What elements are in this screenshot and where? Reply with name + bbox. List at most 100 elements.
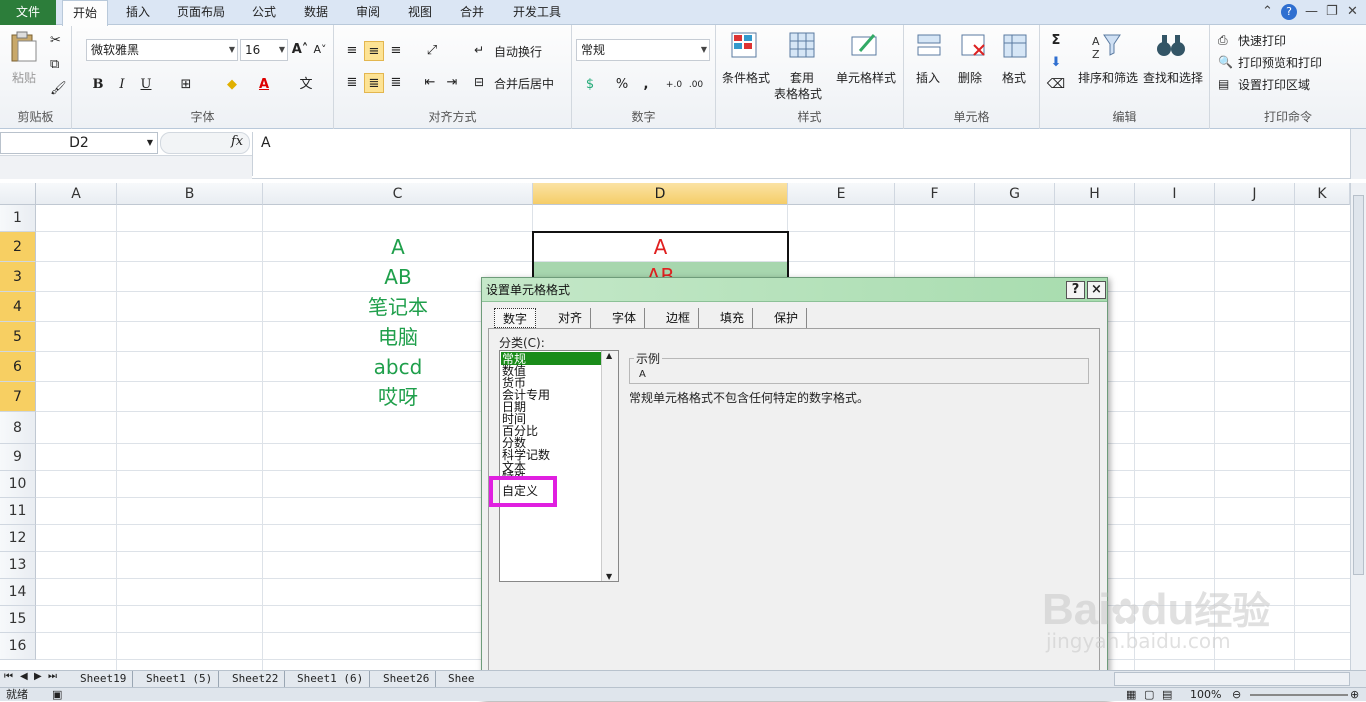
decrease-decimal-icon[interactable]: .00 xyxy=(686,75,706,95)
scroll-up-icon[interactable]: ▲ xyxy=(606,351,612,360)
delete-cells-button[interactable]: 删除 xyxy=(958,69,982,86)
cell-d3[interactable]: AB xyxy=(533,262,788,277)
format-painter-icon[interactable]: 🖌 xyxy=(50,81,67,96)
merge-center-button[interactable]: 合并后居中 xyxy=(494,75,554,92)
grow-font-icon[interactable]: A˄ xyxy=(290,40,310,60)
tab-file[interactable]: 文件 xyxy=(0,0,56,25)
sheet-tab[interactable]: Sheet19 xyxy=(74,671,134,687)
tab-insert[interactable]: 插入 xyxy=(116,0,160,25)
column-header-i[interactable]: I xyxy=(1135,183,1215,205)
italic-button[interactable]: I xyxy=(112,75,132,95)
zoom-out-icon[interactable]: ⊖ xyxy=(1232,688,1241,702)
tab-border[interactable]: 边框 xyxy=(658,308,700,328)
sheet-tab[interactable]: Sheet26 xyxy=(377,671,437,687)
print-area-button[interactable]: 设置打印区域 xyxy=(1238,76,1310,93)
format-as-table-icon[interactable] xyxy=(788,31,818,61)
fill-icon[interactable]: ⬇ xyxy=(1046,53,1066,73)
last-sheet-icon[interactable]: ⏭ xyxy=(48,671,57,682)
restore-icon[interactable]: ❐ xyxy=(1326,4,1338,19)
page-layout-view-icon[interactable]: ▢ xyxy=(1144,688,1154,702)
autosum-button[interactable]: Σ xyxy=(1046,31,1066,51)
cell-styles-icon[interactable] xyxy=(850,31,880,61)
row-header-6[interactable]: 6 xyxy=(0,352,36,382)
tab-fill[interactable]: 填充 xyxy=(712,308,754,328)
column-header-b[interactable]: B xyxy=(117,183,263,205)
column-header-k[interactable]: K xyxy=(1295,183,1350,205)
row-header-3[interactable]: 3 xyxy=(0,262,36,292)
format-as-table-label1[interactable]: 套用 xyxy=(790,69,814,86)
print-preview-button[interactable]: 打印预览和打印 xyxy=(1238,54,1322,71)
tab-home[interactable]: 开始 xyxy=(62,0,108,26)
row-header-5[interactable]: 5 xyxy=(0,322,36,352)
align-bottom-icon[interactable]: ≡ xyxy=(386,41,406,61)
sheet-tab[interactable]: Sheet22 xyxy=(226,671,286,687)
column-header-d[interactable]: D xyxy=(533,183,788,205)
row-header-15[interactable]: 15 xyxy=(0,606,36,633)
next-sheet-icon[interactable]: ▶ xyxy=(34,671,42,682)
formula-input[interactable]: A xyxy=(252,132,1350,176)
orientation-icon[interactable]: ⤢ xyxy=(422,41,442,61)
find-select-button[interactable]: 查找和选择 xyxy=(1143,69,1203,86)
comma-button[interactable]: , xyxy=(636,75,656,95)
close-window-icon[interactable]: ✕ xyxy=(1347,4,1358,19)
format-cells-button[interactable]: 格式 xyxy=(1002,69,1026,86)
wrap-text-button[interactable]: 自动换行 xyxy=(494,43,542,60)
column-header-c[interactable]: C xyxy=(263,183,533,205)
insert-cells-icon[interactable] xyxy=(914,31,944,61)
paste-button[interactable]: 粘贴 xyxy=(12,69,36,86)
cut-icon[interactable]: ✂ xyxy=(50,33,61,48)
underline-button[interactable]: U xyxy=(136,75,156,95)
font-color-icon[interactable]: A xyxy=(254,75,274,95)
font-size-select[interactable]: 16 ▼ xyxy=(240,39,288,61)
phonetic-icon[interactable]: 文 xyxy=(296,75,316,95)
minimize-icon[interactable]: — xyxy=(1305,4,1318,19)
delete-cells-icon[interactable] xyxy=(958,31,988,61)
row-header-8[interactable]: 8 xyxy=(0,412,36,444)
column-header-j[interactable]: J xyxy=(1215,183,1295,205)
first-sheet-icon[interactable]: ⏮ xyxy=(4,671,13,682)
paste-icon[interactable] xyxy=(10,31,38,63)
quick-print-button[interactable]: 快速打印 xyxy=(1238,32,1286,49)
cell-d2[interactable]: A xyxy=(533,233,788,261)
help-icon[interactable]: ? xyxy=(1281,4,1297,20)
prev-sheet-icon[interactable]: ◀ xyxy=(20,671,28,682)
column-header-a[interactable]: A xyxy=(36,183,117,205)
row-header-12[interactable]: 12 xyxy=(0,525,36,552)
clear-icon[interactable]: ⌫ xyxy=(1046,75,1066,95)
align-left-icon[interactable]: ≣ xyxy=(342,73,362,93)
formula-scrollbar[interactable] xyxy=(1350,129,1366,179)
tab-review[interactable]: 审阅 xyxy=(348,0,388,25)
row-header-14[interactable]: 14 xyxy=(0,579,36,606)
shrink-font-icon[interactable]: A˅ xyxy=(310,40,330,60)
cell-c2[interactable]: A xyxy=(263,233,533,261)
zoom-in-icon[interactable]: ⊕ xyxy=(1350,688,1359,702)
tab-merge[interactable]: 合并 xyxy=(452,0,492,25)
sheet-tab[interactable]: Sheet1 (5) xyxy=(140,671,220,687)
align-center-icon[interactable]: ≣ xyxy=(364,73,384,93)
row-header-9[interactable]: 9 xyxy=(0,444,36,471)
insert-function-button[interactable]: fx xyxy=(231,134,243,149)
tab-page-layout[interactable]: 页面布局 xyxy=(170,0,232,25)
sort-filter-button[interactable]: 排序和筛选 xyxy=(1078,69,1138,86)
decrease-indent-icon[interactable]: ⇤ xyxy=(420,73,440,93)
align-middle-icon[interactable]: ≡ xyxy=(364,41,384,61)
row-header-1[interactable]: 1 xyxy=(0,205,36,232)
tab-data[interactable]: 数据 xyxy=(296,0,336,25)
scroll-thumb[interactable] xyxy=(1353,195,1364,575)
sheet-tab[interactable]: Sheet1 (6) xyxy=(291,671,371,687)
conditional-format-button[interactable]: 条件格式 xyxy=(722,69,770,86)
row-header-10[interactable]: 10 xyxy=(0,471,36,498)
row-header-7[interactable]: 7 xyxy=(0,382,36,412)
dialog-help-button[interactable]: ? xyxy=(1066,281,1085,299)
row-header-2[interactable]: 2 xyxy=(0,232,36,262)
page-break-view-icon[interactable]: ▤ xyxy=(1162,688,1172,702)
tab-alignment[interactable]: 对齐 xyxy=(550,308,592,328)
dialog-close-button[interactable]: × xyxy=(1087,281,1106,299)
tab-number[interactable]: 数字 xyxy=(494,308,537,328)
tab-formulas[interactable]: 公式 xyxy=(244,0,284,25)
row-header-4[interactable]: 4 xyxy=(0,292,36,322)
normal-view-icon[interactable]: ▦ xyxy=(1126,688,1136,702)
horizontal-scrollbar[interactable] xyxy=(1114,672,1350,686)
column-header-f[interactable]: F xyxy=(895,183,975,205)
format-as-table-label2[interactable]: 表格格式 xyxy=(774,85,822,102)
